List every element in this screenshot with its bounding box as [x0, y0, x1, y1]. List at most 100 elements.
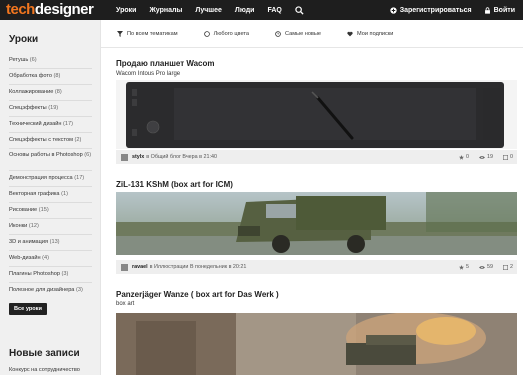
category-label: Основы работы в Photoshop — [9, 152, 83, 158]
category-label: Спецэффекты с текстом — [9, 137, 73, 143]
funnel-icon — [117, 30, 123, 37]
sidebar-item-text-effects[interactable]: Спецэффекты с текстом (2) — [9, 133, 92, 149]
views-count: 59 — [487, 264, 493, 270]
plus-circle-icon — [390, 6, 397, 14]
category-label: Векторная графика — [9, 191, 60, 197]
all-lessons-button[interactable]: Все уроки — [9, 303, 47, 315]
sidebar-item-technical-design[interactable]: Технический дизайн (17) — [9, 117, 92, 133]
sidebar-item-drawing[interactable]: Рисование (15) — [9, 203, 92, 219]
nav-people[interactable]: Люди — [235, 7, 255, 14]
stars-count: 0 — [466, 154, 469, 160]
zil-truck-image — [116, 192, 517, 255]
category-count: (6) — [84, 152, 92, 158]
stars-stat[interactable]: 0 — [459, 154, 469, 160]
sidebar-item-3d-animation[interactable]: 3D и анимация (13) — [9, 235, 92, 251]
category-label: Обработка фото — [9, 73, 52, 79]
category-label: Иконки — [9, 223, 28, 229]
post-image-panzerjager[interactable] — [116, 313, 517, 375]
comment-icon — [503, 154, 508, 160]
sidebar-item-special-effects[interactable]: Спецэффекты (19) — [9, 101, 92, 117]
category-label: Спецэффекты — [9, 105, 47, 111]
new-entry-link[interactable]: Конкурс на сотрудничество — [9, 367, 80, 373]
stars-stat[interactable]: 5 — [459, 264, 469, 270]
category-count: (19) — [48, 105, 59, 111]
category-count: (17) — [63, 121, 73, 127]
category-count: (3) — [75, 287, 83, 293]
register-link[interactable]: Зарегистрироваться — [390, 7, 472, 14]
filter-subscriptions[interactable]: Мои подписки — [347, 31, 393, 37]
filter-bar: По всем тематикам Любого цвета Самые нов… — [101, 20, 523, 48]
sidebar-title: Уроки — [9, 34, 39, 45]
blog-name[interactable]: в Иллюстрации — [150, 264, 189, 270]
panzerjager-image — [116, 313, 517, 375]
login-link[interactable]: Войти — [484, 7, 515, 14]
blog-name[interactable]: в Общий блог — [146, 154, 181, 160]
sidebar-item-icons[interactable]: Иконки (12) — [9, 219, 92, 235]
category-list: Ретушь (6) Обработка фото (8) Коллажиров… — [9, 53, 92, 299]
filter-any-color[interactable]: Любого цвета — [203, 30, 249, 37]
comments-count: 2 — [510, 264, 513, 270]
category-label: Демонстрация процесса — [9, 175, 73, 181]
eye-icon — [479, 155, 485, 159]
comments-stat[interactable]: 0 — [503, 154, 513, 160]
search-icon[interactable] — [295, 5, 304, 15]
post-subtitle: box art — [116, 301, 135, 307]
filter-label: По всем тематикам — [127, 30, 178, 37]
top-navbar: techdesigner Уроки Журналы Лучшее Люди F… — [0, 0, 523, 20]
post-title[interactable]: Panzerjäger Wanze ( box art for Das Werk… — [116, 290, 279, 299]
site-logo[interactable]: techdesigner — [6, 1, 94, 18]
color-circle-icon — [203, 30, 210, 37]
views-stat: 19 — [479, 154, 493, 160]
post-image-tablet[interactable] — [116, 80, 517, 149]
sidebar-item-photoshop-basics[interactable]: Основы работы в Photoshop (6) — [9, 149, 92, 171]
category-count: (12) — [28, 223, 39, 229]
sidebar-item-vector[interactable]: Векторная графика (1) — [9, 187, 92, 203]
category-count: (6) — [29, 57, 37, 63]
login-label: Войти — [493, 6, 515, 14]
post-meta-bar: stylx в Общий блог Вчера в 21:40 0 19 0 — [116, 150, 517, 164]
avatar[interactable] — [121, 153, 128, 161]
sidebar-item-photoshop-plugins[interactable]: Плагины Photoshop (3) — [9, 267, 92, 283]
comments-stat[interactable]: 2 — [503, 264, 513, 270]
nav-lessons[interactable]: Уроки — [116, 7, 136, 14]
category-label: Полезное для дизайнера — [9, 287, 75, 293]
register-label: Зарегистрироваться — [399, 6, 472, 14]
nav-magazines[interactable]: Журналы — [149, 7, 182, 14]
star-icon — [459, 154, 464, 160]
post-subtitle: Wacom Intous Pro large — [116, 71, 181, 77]
nav-best[interactable]: Лучшее — [195, 7, 222, 14]
post-title[interactable]: Продаю планшет Wacom — [116, 59, 215, 68]
author-name[interactable]: stylx — [132, 154, 144, 160]
sidebar-item-retouch[interactable]: Ретушь (6) — [9, 53, 92, 69]
lock-icon — [484, 6, 490, 14]
post-stats: 5 59 2 — [449, 264, 513, 270]
filter-label: Любого цвета — [213, 30, 249, 37]
sidebar-item-collage[interactable]: Коллажирование (8) — [9, 85, 92, 101]
category-label: Web-дизайн — [9, 255, 41, 261]
category-count: (17) — [74, 175, 85, 181]
category-label: Ретушь — [9, 57, 29, 63]
filter-newest[interactable]: Самые новые — [275, 31, 321, 37]
post-stats: 0 19 0 — [449, 154, 513, 160]
new-entries-title: Новые записи — [9, 348, 80, 359]
logo-part-tech: tech — [6, 1, 35, 18]
filter-label: Мои подписки — [357, 30, 394, 37]
nav-faq[interactable]: FAQ — [267, 7, 281, 14]
post-title[interactable]: ZiL-131 KShM (box art for ICM) — [116, 180, 233, 189]
sidebar-item-process-demo[interactable]: Демонстрация процесса (17) — [9, 171, 92, 187]
category-count: (3) — [61, 271, 69, 277]
category-count: (15) — [38, 207, 49, 213]
comments-count: 0 — [510, 154, 513, 160]
post-image-zil-truck[interactable] — [116, 192, 517, 255]
sidebar-item-web-design[interactable]: Web-дизайн (4) — [9, 251, 92, 267]
comment-icon — [503, 264, 508, 270]
avatar[interactable] — [121, 263, 128, 271]
category-label: Плагины Photoshop — [9, 271, 60, 277]
filter-all-topics[interactable]: По всем тематикам — [117, 30, 178, 37]
views-stat: 59 — [479, 264, 493, 270]
sidebar-item-photo-processing[interactable]: Обработка фото (8) — [9, 69, 92, 85]
sidebar-item-useful[interactable]: Полезное для дизайнера (3) — [9, 283, 92, 299]
author-name[interactable]: ravael — [132, 264, 148, 270]
heart-icon — [347, 31, 353, 36]
category-label: Коллажирование — [9, 89, 54, 95]
